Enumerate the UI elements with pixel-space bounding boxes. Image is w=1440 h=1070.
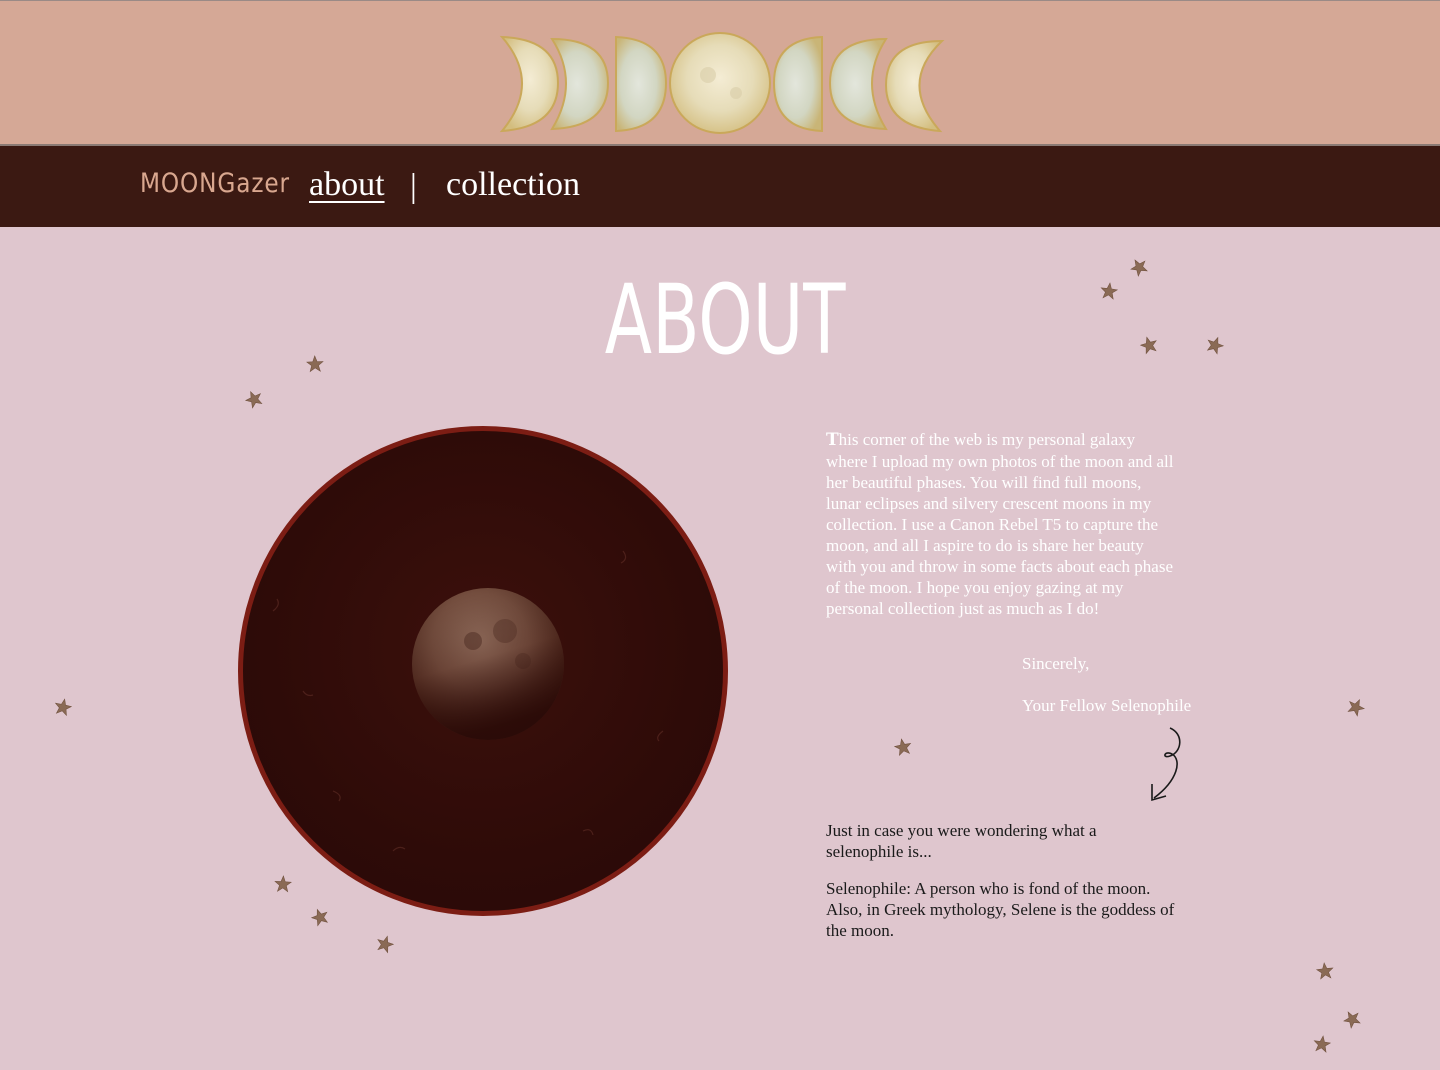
star-icon <box>893 738 912 757</box>
moon-phase-2 <box>550 37 610 131</box>
nav-link-collection[interactable]: collection <box>446 166 580 204</box>
moon-phase-6 <box>828 37 888 131</box>
eclipse-moon-photo <box>238 426 728 916</box>
star-icon <box>1315 962 1334 980</box>
sign-off: Sincerely, <box>1022 654 1090 673</box>
star-icon <box>1343 1011 1361 1029</box>
about-paragraph-text: his corner of the web is my personal gal… <box>826 430 1174 618</box>
about-paragraph: This corner of the web is my personal ga… <box>826 429 1176 619</box>
nav-separator: | <box>410 168 417 205</box>
star-icon <box>1139 336 1157 355</box>
star-icon <box>54 698 73 717</box>
star-icon <box>1130 259 1148 277</box>
moon-phase-4 <box>669 32 771 134</box>
star-icon <box>377 935 395 954</box>
moon-phase-1 <box>499 35 560 133</box>
eclipse-moon-image <box>272 550 664 852</box>
moon-phase-5 <box>772 35 823 133</box>
star-icon <box>1347 699 1366 717</box>
curly-arrow-icon <box>1151 727 1181 802</box>
selenophile-definition: Selenophile: A person who is fond of the… <box>826 879 1175 940</box>
moon-phases-icon <box>499 32 945 134</box>
star-icon <box>1206 336 1225 355</box>
nav-link-about[interactable]: about <box>309 166 385 204</box>
selenophile-question: Just in case you were wondering what a s… <box>826 821 1097 861</box>
star-icon <box>274 875 292 893</box>
star-icon <box>244 390 263 409</box>
moon-phase-3 <box>615 35 668 133</box>
star-icon <box>1313 1035 1332 1053</box>
drop-cap: T <box>826 430 839 450</box>
star-icon <box>310 908 329 927</box>
moon-phase-banner <box>0 0 1440 146</box>
star-icon <box>306 355 324 373</box>
page-title: ABOUT <box>604 264 846 376</box>
star-icon <box>1100 282 1119 300</box>
site-logo[interactable]: MOONGazer <box>140 168 290 199</box>
moon-phase-7 <box>884 39 945 133</box>
signature: Your Fellow Selenophile <box>1022 696 1192 715</box>
